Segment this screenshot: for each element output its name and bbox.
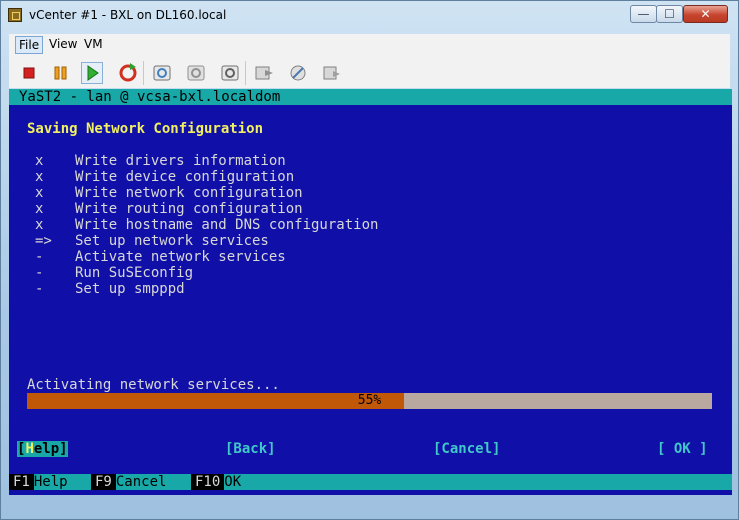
f9-cancel-key[interactable]: F9 Cancel: [91, 474, 166, 490]
list-item: x Write hostname and DNS configuration: [35, 217, 379, 233]
window-title: vCenter #1 - BXL on DL160.local: [29, 8, 227, 22]
menu-view[interactable]: View: [49, 37, 77, 51]
reset-icon[interactable]: [117, 62, 139, 84]
list-item: x Write drivers information: [35, 153, 286, 169]
list-item: - Set up smpppd: [35, 281, 185, 297]
ok-button[interactable]: [ OK ]: [657, 441, 708, 457]
minimize-button[interactable]: —: [630, 5, 657, 23]
toolbar-separator: [245, 61, 246, 85]
snapshot-icon[interactable]: [151, 62, 173, 84]
help-button[interactable]: [Help]: [17, 441, 68, 457]
list-item: - Activate network services: [35, 249, 286, 265]
maximize-button[interactable]: ☐: [656, 5, 683, 23]
close-button[interactable]: ✕: [683, 5, 728, 23]
progress-label: 55%: [357, 393, 382, 408]
function-key-bar: F1 Help F9 Cancel F10 OK: [9, 474, 732, 490]
list-item-current: => Set up network services: [35, 233, 269, 249]
back-button[interactable]: [Back]: [225, 441, 276, 457]
vm-console-window: vCenter #1 - BXL on DL160.local — ☐ ✕ Fi…: [0, 0, 739, 520]
cancel-button[interactable]: [Cancel]: [433, 441, 500, 457]
menu-vm[interactable]: VM: [84, 37, 103, 51]
f1-help-key[interactable]: F1 Help: [9, 474, 68, 490]
toolbar: [9, 56, 730, 88]
guest-console[interactable]: YaST2 - lan @ vcsa-bxl.localdom Saving N…: [9, 89, 732, 495]
settings-icon[interactable]: [253, 62, 275, 84]
f10-ok-key[interactable]: F10 OK: [191, 474, 241, 490]
revert-snapshot-icon[interactable]: [185, 62, 207, 84]
list-item: - Run SuSEconfig: [35, 265, 194, 281]
pause-icon[interactable]: [49, 62, 71, 84]
tools-icon[interactable]: [287, 62, 309, 84]
vmware-app-icon: [8, 8, 22, 22]
list-item: x Write device configuration: [35, 169, 295, 185]
list-item: x Write network configuration: [35, 185, 303, 201]
page-title: Saving Network Configuration: [27, 121, 264, 137]
status-text: Activating network services...: [27, 377, 280, 393]
menu-file[interactable]: File: [15, 36, 44, 54]
yast-title-bar: YaST2 - lan @ vcsa-bxl.localdom: [9, 89, 732, 105]
snapshot-manager-icon[interactable]: [219, 62, 241, 84]
list-item: x Write routing configuration: [35, 201, 303, 217]
play-icon[interactable]: [81, 62, 103, 84]
progress-bar: 55%: [27, 393, 712, 409]
toolbar-separator: [143, 61, 144, 85]
connect-icon[interactable]: [321, 62, 343, 84]
title-bar[interactable]: vCenter #1 - BXL on DL160.local — ☐ ✕: [1, 1, 738, 31]
menu-bar: File View VM: [9, 34, 730, 56]
stop-icon[interactable]: [18, 62, 40, 84]
